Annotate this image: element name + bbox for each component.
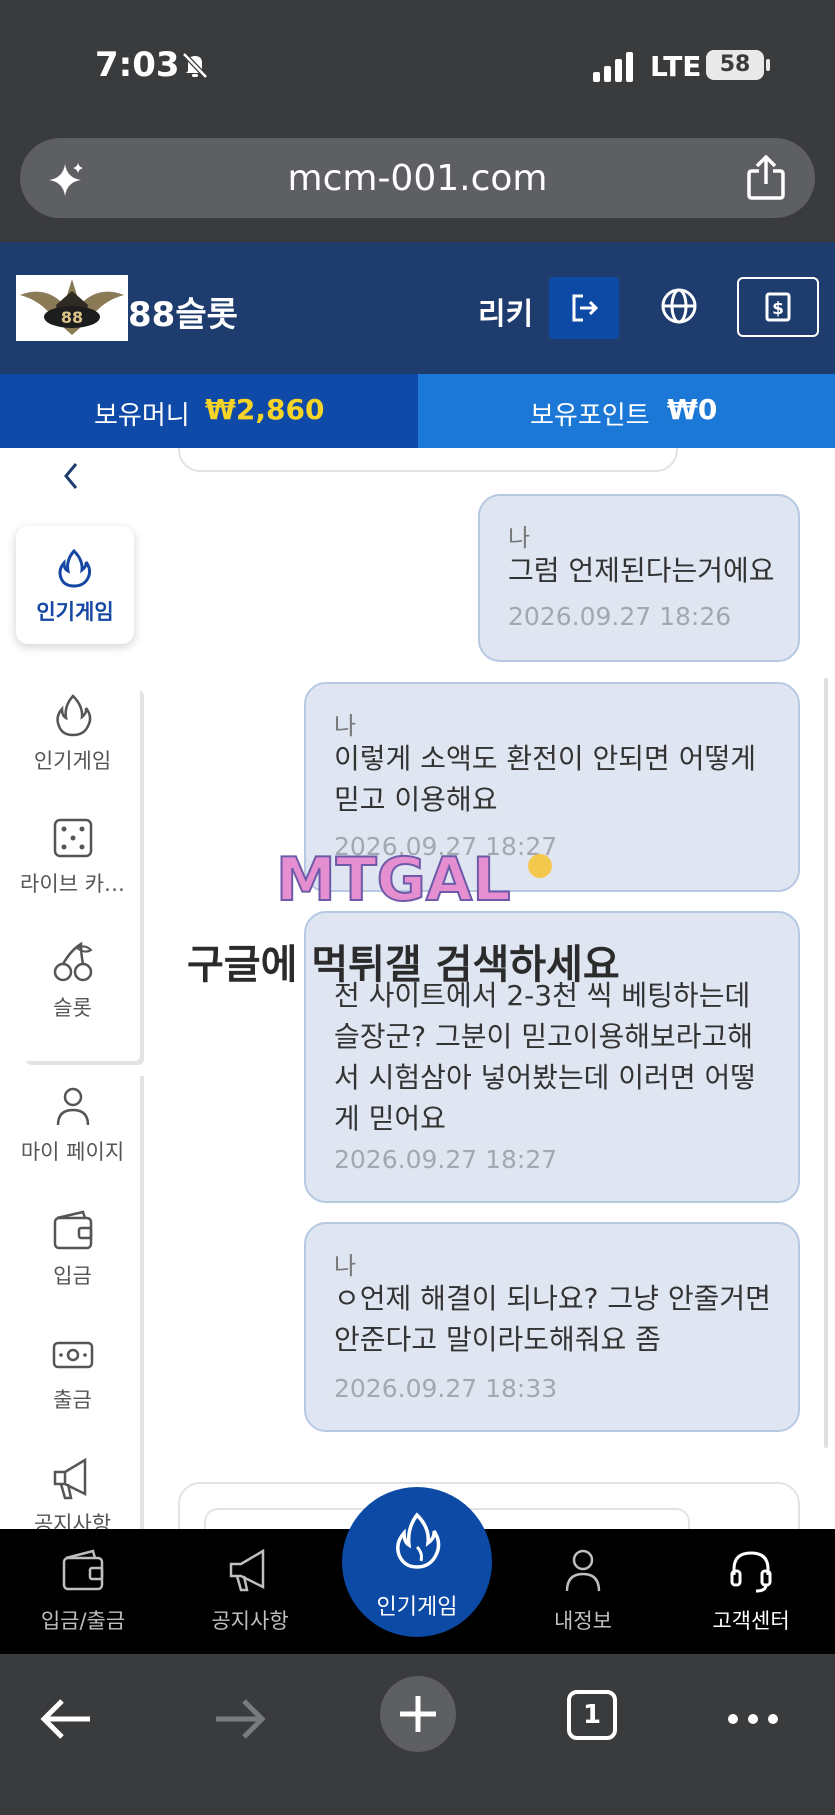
nav-deposit-withdraw[interactable]: 입금/출금: [13, 1547, 153, 1635]
fire-icon: [58, 548, 92, 588]
silent-bell-icon: [182, 52, 208, 79]
message-time: 2026.09.27 18:27: [334, 1145, 558, 1174]
chevron-left-icon[interactable]: [60, 460, 84, 492]
nav-my-info[interactable]: 내정보: [513, 1547, 653, 1635]
message-sender: 나: [508, 524, 531, 552]
nav-label: 인기게임: [376, 1595, 458, 1620]
sidebar-item-label: 슬롯: [53, 996, 92, 1020]
logout-button[interactable]: [549, 277, 619, 339]
scrollbar[interactable]: [824, 678, 828, 1448]
points-value: ₩0: [667, 393, 718, 426]
cashier-button[interactable]: $: [737, 277, 819, 337]
fire-icon: [55, 694, 91, 737]
status-time: 7:03: [95, 45, 180, 85]
sidebar-item-label: 인기게임: [33, 749, 112, 773]
browser-toolbar: 1: [0, 1654, 835, 1815]
forward-arrow-icon[interactable]: [200, 1679, 280, 1759]
sidebar-item-label: 출금: [53, 1388, 92, 1412]
wallet-icon: [62, 1549, 104, 1591]
message-sender: 나: [334, 1252, 357, 1280]
url-field[interactable]: mcm-001.com: [20, 138, 815, 218]
sidebar-item-label: 마이 페이지: [20, 1140, 125, 1164]
sidebar-active-item[interactable]: 인기게임: [16, 526, 134, 644]
cherry-icon: [53, 941, 93, 982]
message-text: 전 사이트에서 2-3천 씩 베팅하는데 슬장군? 그분이 믿고이용해보라고해서…: [334, 979, 757, 1135]
url-text: mcm-001.com: [287, 158, 548, 199]
message-time: 2026.09.27 18:33: [334, 1374, 558, 1403]
logo-emblem-icon: 88: [20, 279, 124, 335]
points-balance: 보유포인트 ₩0: [418, 374, 835, 448]
logout-icon: [572, 294, 599, 322]
browser-address-bar: mcm-001.com: [0, 135, 835, 242]
cash-icon: [52, 1341, 93, 1369]
more-icon[interactable]: [713, 1679, 793, 1759]
sidebar-item-label: 공지사항: [33, 1512, 112, 1529]
sidebar-item-popular[interactable]: 인기게임: [0, 693, 145, 775]
sidebar-item-slots[interactable]: 슬롯: [0, 940, 145, 1022]
message-bubble-previous: [178, 448, 678, 472]
sidebar-item-live-casino[interactable]: 라이브 카…: [0, 816, 145, 898]
nav-label: 입금/출금: [40, 1609, 126, 1633]
nav-customer-center[interactable]: 고객센터: [681, 1547, 821, 1635]
wallet-icon: [53, 1210, 92, 1250]
watermark-text: 구글에 먹튀갤 검색하세요: [187, 942, 620, 988]
nav-label: 고객센터: [712, 1609, 790, 1633]
network-type: LTE: [650, 50, 702, 83]
plus-icon: [400, 1696, 436, 1732]
globe-icon[interactable]: [659, 286, 699, 326]
sidebar-item-my-page[interactable]: 마이 페이지: [0, 1084, 145, 1166]
message-text: 이렇게 소액도 환전이 안되면 어떻게 믿고 이용해요: [334, 742, 757, 816]
message-bubble: 나 ㅇ언제 해결이 되나요? 그냥 안줄거면 안준다고 말이라도해줘요 좀 20…: [304, 1222, 800, 1432]
money-label: 보유머니: [94, 401, 190, 431]
dice-icon: [53, 818, 92, 858]
message-sender: 나: [334, 712, 357, 740]
sidebar-item-label: 라이브 카…: [20, 872, 125, 896]
balance-bar: 보유머니 ₩2,860 보유포인트 ₩0: [0, 374, 835, 448]
message-time: 2026.09.27 18:26: [508, 602, 732, 631]
nav-label: 공지사항: [211, 1609, 289, 1633]
nav-label: 내정보: [554, 1609, 612, 1633]
money-balance: 보유머니 ₩2,860: [0, 374, 418, 448]
signal-icon: [593, 52, 633, 82]
site-name: 88슬롯: [128, 295, 238, 335]
status-bar: 7:03 LTE 58: [0, 0, 835, 135]
dollar-card-icon: $: [765, 292, 791, 322]
nav-notice[interactable]: 공지사항: [180, 1547, 320, 1635]
sidebar-item-label: 입금: [53, 1264, 92, 1288]
headset-icon: [730, 1551, 772, 1593]
svg-text:$: $: [772, 299, 784, 319]
sidebar-item-notice[interactable]: 공지사항: [0, 1456, 145, 1529]
money-value: ₩2,860: [205, 393, 325, 426]
message-text: ㅇ언제 해결이 되나요? 그냥 안줄거면 안준다고 말이라도해줘요 좀: [334, 1282, 771, 1356]
fire-icon: [396, 1512, 441, 1569]
tabs-button[interactable]: 1: [567, 1690, 617, 1740]
megaphone-icon: [229, 1548, 265, 1592]
back-arrow-icon[interactable]: [26, 1679, 106, 1759]
watermark-logo: MTGAL: [275, 844, 552, 910]
megaphone-icon: [53, 1457, 86, 1500]
user-icon: [56, 1087, 89, 1126]
nav-popular-games[interactable]: 인기게임: [342, 1487, 492, 1637]
points-label: 보유포인트: [530, 401, 650, 431]
svg-text:88: 88: [61, 308, 83, 327]
share-icon[interactable]: [745, 155, 787, 201]
user-icon: [565, 1549, 601, 1592]
site-logo[interactable]: 88: [16, 275, 128, 341]
username: 리키: [478, 297, 534, 332]
sidebar-active-label: 인기게임: [36, 600, 114, 624]
sidebar-item-withdraw[interactable]: 출금: [0, 1332, 145, 1414]
new-tab-button[interactable]: [380, 1676, 456, 1752]
battery-indicator: 58: [706, 50, 764, 80]
sidebar-item-deposit[interactable]: 입금: [0, 1208, 145, 1290]
message-text: 그럼 언제된다는거에요: [508, 554, 775, 587]
bottom-nav: 입금/출금 공지사항 인기게임 내정보 고객센터: [0, 1487, 835, 1654]
watermark-logo-text: MTGAL: [276, 845, 511, 910]
message-bubble: 나 그럼 언제된다는거에요 2026.09.27 18:26: [478, 494, 800, 662]
site-header: 88 88슬롯 리키 $: [0, 242, 835, 374]
battery-tip: [766, 59, 770, 71]
